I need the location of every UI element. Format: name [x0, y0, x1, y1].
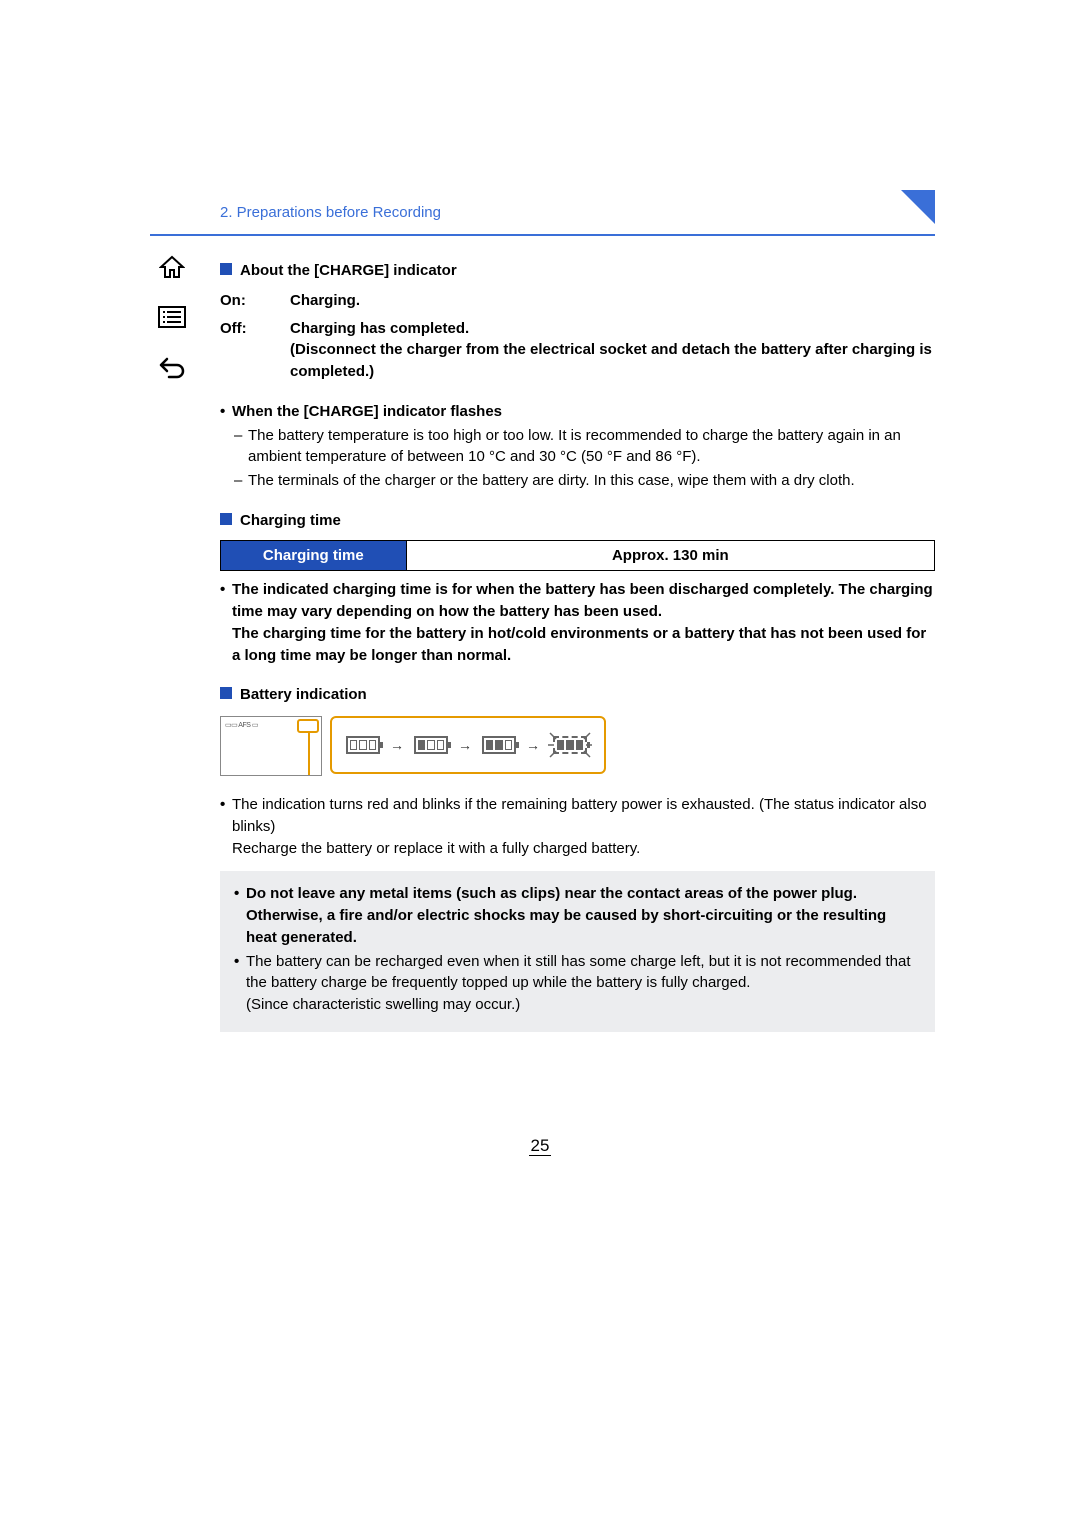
battery-full-icon — [346, 736, 380, 754]
bullet-dot-icon: • — [220, 401, 232, 423]
page-number: 25 — [0, 1136, 1080, 1156]
warning-text-bold: Do not leave any metal items (such as cl… — [246, 883, 921, 948]
flash-item: – The battery temperature is too high or… — [220, 425, 935, 469]
flash-item: – The terminals of the charger or the ba… — [220, 470, 935, 492]
battery-one-third-icon — [482, 736, 516, 754]
arrow-icon: → — [526, 735, 540, 755]
chapter-header: 2. Preparations before Recording — [150, 190, 935, 236]
battery-two-thirds-icon — [414, 736, 448, 754]
page-number-value: 25 — [529, 1136, 552, 1156]
flash-item-text: The battery temperature is too high or t… — [248, 425, 935, 469]
table-header-cell: Charging time — [221, 540, 407, 571]
note-line-2: The charging time for the battery in hot… — [232, 625, 926, 664]
warning-line-2: (Since characteristic swelling may occur… — [246, 996, 520, 1013]
battery-empty-flashing-icon — [550, 733, 590, 757]
off-value: Charging has completed. (Disconnect the … — [290, 318, 935, 383]
flash-heading: • When the [CHARGE] indicator flashes — [220, 401, 935, 423]
bullet-dot-icon: • — [220, 794, 232, 859]
charging-time-table: Charging time Approx. 130 min — [220, 540, 935, 572]
flash-block: • When the [CHARGE] indicator flashes – … — [220, 401, 935, 492]
square-bullet-icon — [220, 263, 232, 275]
warning-item-1: • Do not leave any metal items (such as … — [234, 883, 921, 948]
bullet-dot-icon: • — [234, 951, 246, 1016]
header-corner-decoration — [901, 190, 935, 224]
list-icon[interactable] — [158, 304, 186, 330]
heading-text: About the [CHARGE] indicator — [240, 260, 457, 282]
warning-item-2: • The battery can be recharged even when… — [234, 951, 921, 1016]
warning-box: • Do not leave any metal items (such as … — [220, 871, 935, 1032]
back-icon[interactable] — [158, 354, 186, 380]
off-label: Off: — [220, 318, 290, 383]
battery-info: • The indication turns red and blinks if… — [220, 794, 935, 859]
page-content: About the [CHARGE] indicator On: Chargin… — [220, 236, 935, 1032]
charging-time-note: • The indicated charging time is for whe… — [220, 579, 935, 666]
heading-text: Charging time — [240, 510, 341, 532]
heading-text: Battery indication — [240, 684, 367, 706]
section-heading-charge-indicator: About the [CHARGE] indicator — [220, 260, 935, 282]
warning-line-1: The battery can be recharged even when i… — [246, 953, 911, 992]
square-bullet-icon — [220, 513, 232, 525]
note-text: The indicated charging time is for when … — [232, 579, 935, 666]
bullet-dot-icon: • — [220, 579, 232, 666]
info-line-2: Recharge the battery or replace it with … — [232, 840, 640, 857]
indicator-on-row: On: Charging. — [220, 290, 935, 312]
square-bullet-icon — [220, 687, 232, 699]
screen-status-icons: ▭▭ AFS ▭ — [225, 721, 258, 731]
indicator-off-row: Off: Charging has completed. (Disconnect… — [220, 318, 935, 383]
note-line-1: The indicated charging time is for when … — [232, 581, 933, 620]
arrow-icon: → — [458, 735, 472, 755]
section-heading-charging-time: Charging time — [220, 510, 935, 532]
section-heading-battery-indication: Battery indication — [220, 684, 935, 706]
on-label: On: — [220, 290, 290, 312]
info-line-1: The indication turns red and blinks if t… — [232, 796, 927, 835]
chapter-title: 2. Preparations before Recording — [220, 204, 441, 221]
table-value-cell: Approx. 130 min — [406, 540, 934, 571]
flash-item-text: The terminals of the charger or the batt… — [248, 470, 935, 492]
flash-title: When the [CHARGE] indicator flashes — [232, 401, 935, 423]
callout-leader-line — [308, 731, 310, 775]
dash-icon: – — [234, 425, 248, 469]
dash-icon: – — [234, 470, 248, 492]
bullet-dot-icon: • — [234, 883, 246, 948]
on-value: Charging. — [290, 290, 935, 312]
warning-text: The battery can be recharged even when i… — [246, 951, 921, 1016]
home-icon[interactable] — [158, 254, 186, 280]
battery-illustration: ▭▭ AFS ▭ → → → — [220, 716, 935, 776]
camera-screen-thumbnail: ▭▭ AFS ▭ — [220, 716, 322, 776]
table-row: Charging time Approx. 130 min — [221, 540, 935, 571]
sidebar-nav — [158, 254, 186, 380]
battery-level-sequence: → → → — [330, 716, 606, 774]
battery-info-text: The indication turns red and blinks if t… — [232, 794, 935, 859]
arrow-icon: → — [390, 735, 404, 755]
page: 2. Preparations before Recording About t… — [0, 0, 1080, 1526]
